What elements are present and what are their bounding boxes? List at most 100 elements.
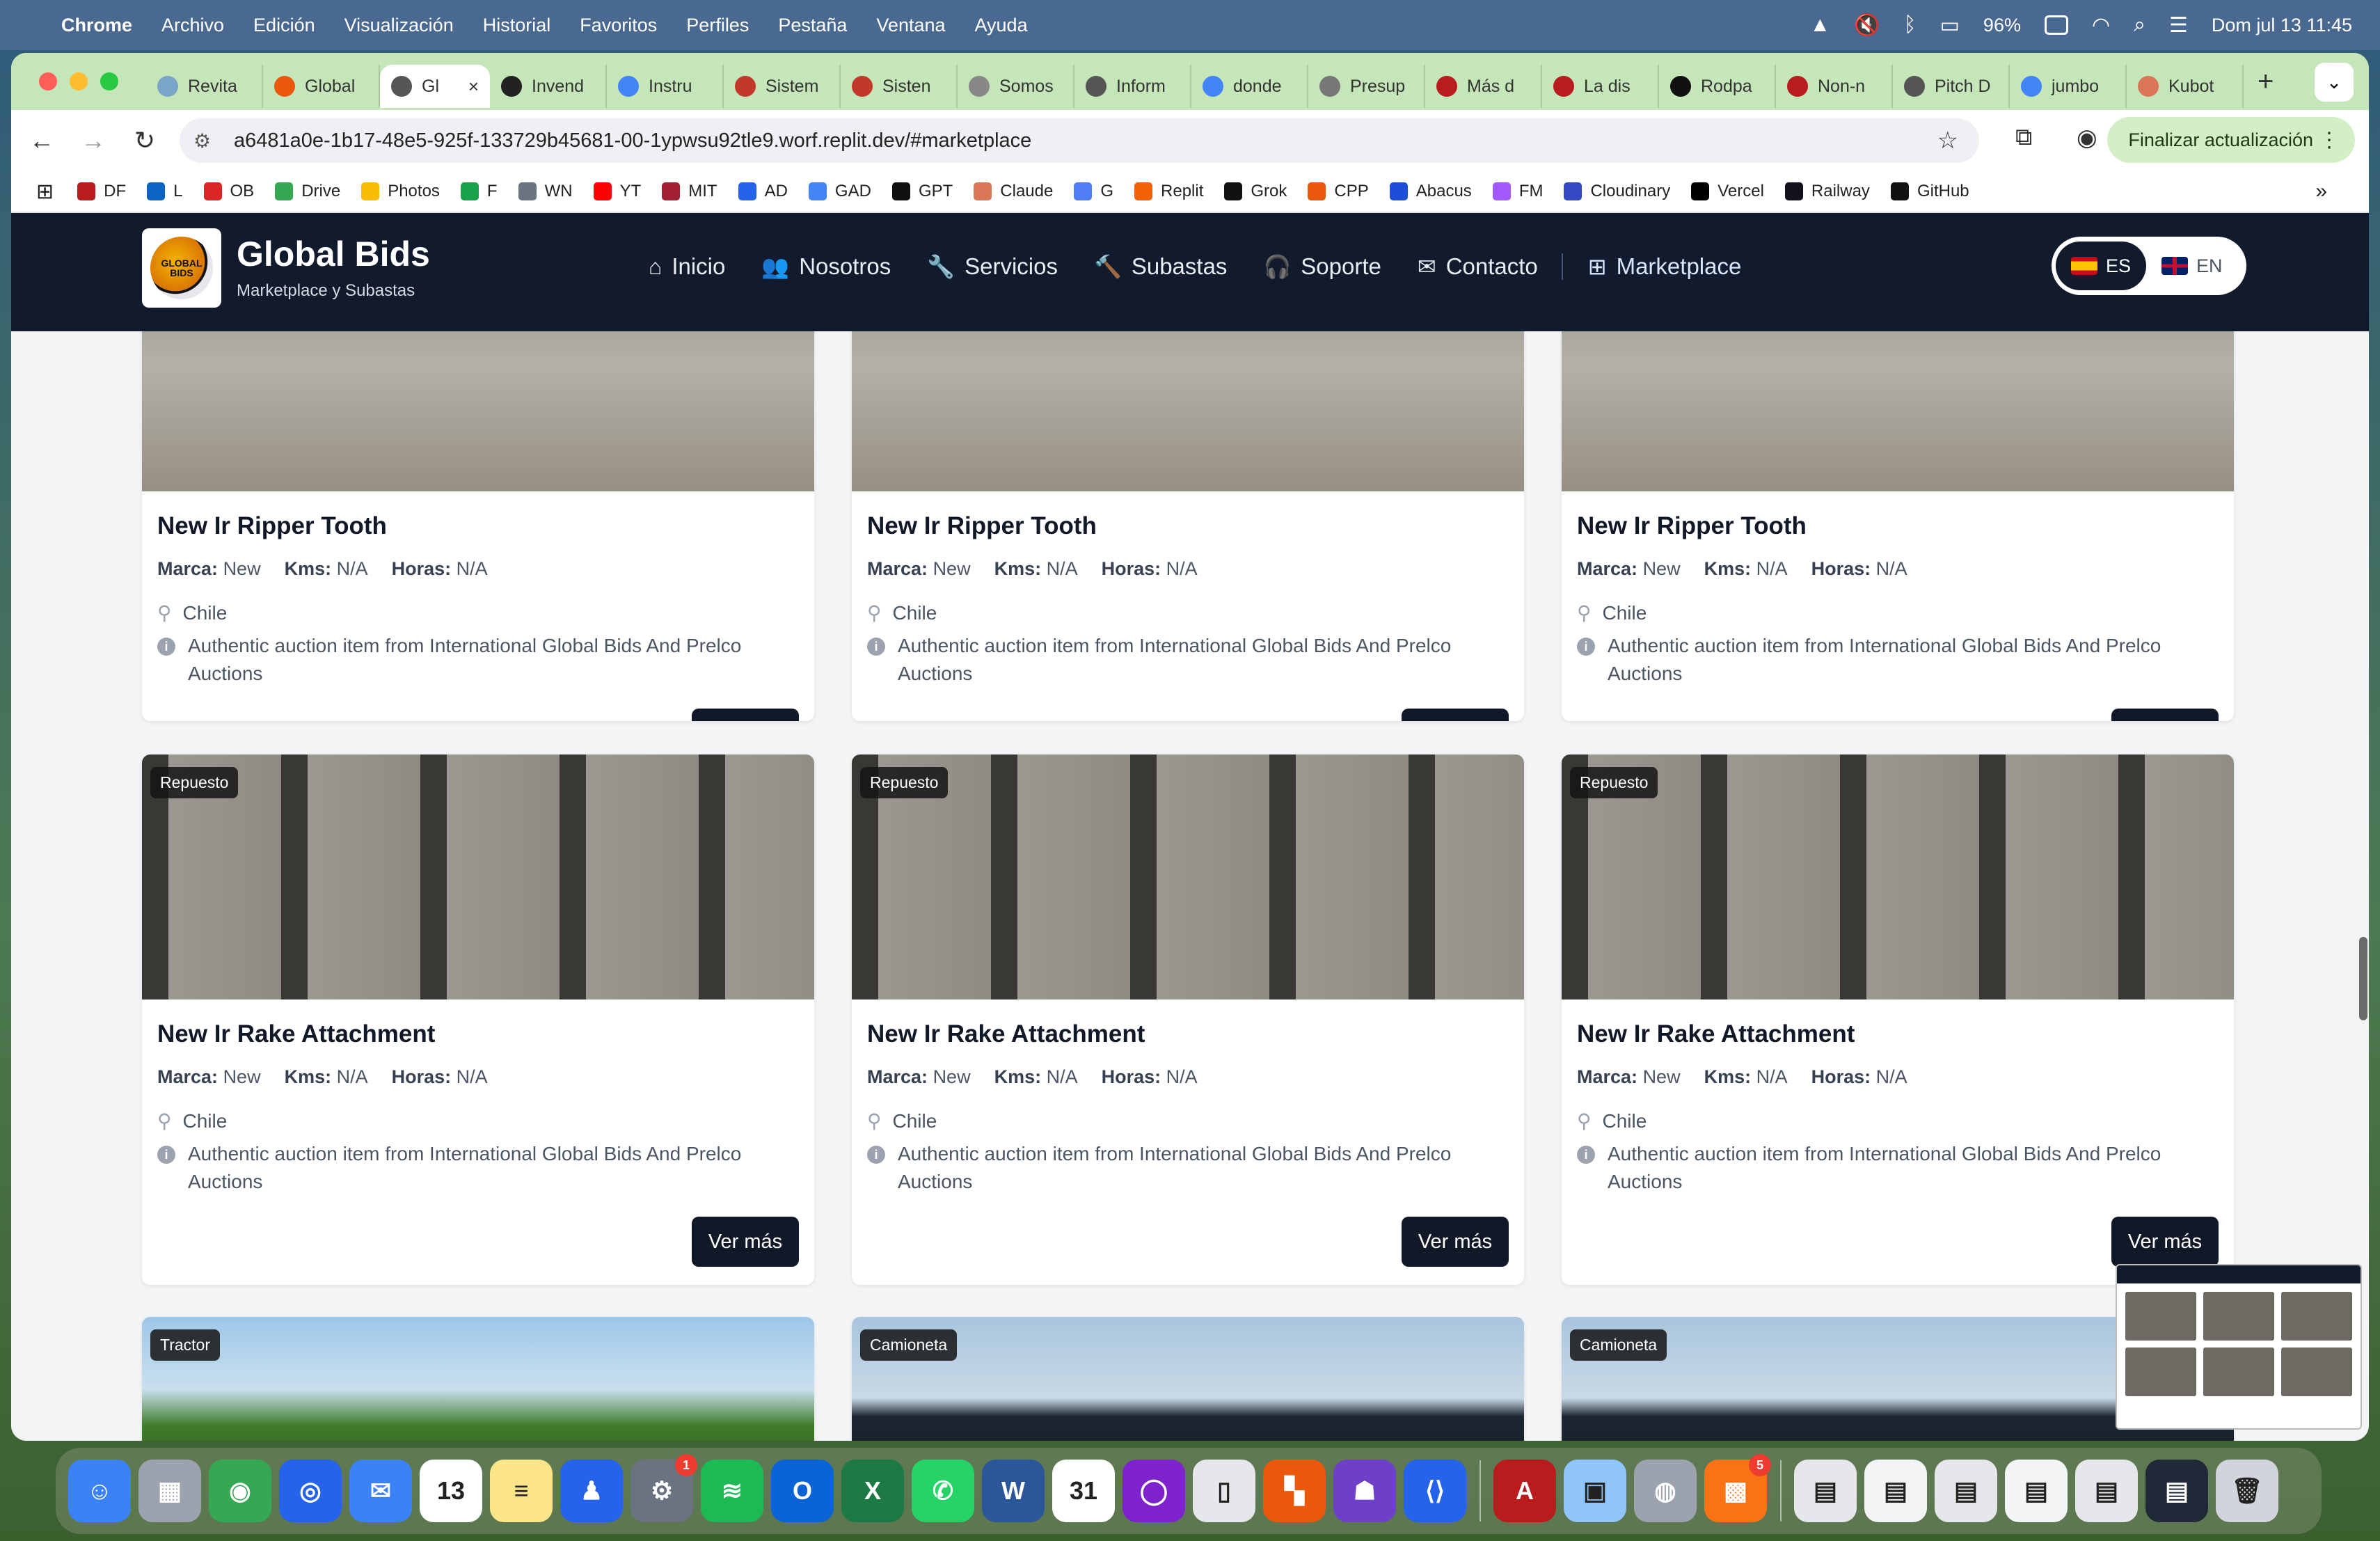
doc-thumb-6-icon[interactable]: ▤ — [2145, 1460, 2208, 1522]
more-options-icon[interactable]: ⋮ — [2319, 128, 2340, 152]
site-info-icon[interactable]: ⚙ — [193, 129, 224, 152]
browser-tab[interactable]: Invend — [490, 65, 607, 108]
doc-thumb-2-icon[interactable]: ▤ — [1864, 1460, 1927, 1522]
display-icon[interactable]: ▭ — [1940, 13, 1960, 38]
page-scrollbar[interactable] — [2359, 937, 2367, 1020]
circle-app-icon[interactable]: ◯ — [1122, 1460, 1185, 1522]
bookmark-item[interactable]: WN — [518, 182, 573, 201]
ver-mas-button[interactable]: Ver más — [2111, 1217, 2219, 1267]
bookmark-item[interactable]: GAD — [808, 182, 871, 201]
bookmarks-overflow-icon[interactable]: » — [2315, 180, 2327, 203]
browser-tab[interactable]: Instru — [607, 65, 724, 108]
bookmark-item[interactable]: Vercel — [1691, 182, 1764, 201]
extensions-icon[interactable]: ⧉ — [2015, 124, 2032, 151]
finish-update-button[interactable]: Finalizar actualización ⋮ — [2107, 117, 2355, 163]
system-settings-icon[interactable]: ⚙ 1 — [630, 1454, 697, 1522]
bookmark-item[interactable]: GitHub — [1890, 182, 1969, 201]
browser-tab[interactable]: Gl × — [380, 65, 490, 108]
bookmark-item[interactable]: L — [147, 182, 183, 201]
trash-icon[interactable]: 🗑 — [2216, 1460, 2278, 1522]
finder-icon[interactable]: ☺ — [68, 1460, 131, 1522]
spotify-icon[interactable]: ≋ — [701, 1460, 763, 1522]
menu-perfiles[interactable]: Perfiles — [686, 15, 749, 36]
forward-icon[interactable]: → — [72, 126, 114, 155]
menu-ventana[interactable]: Ventana — [876, 15, 945, 36]
acrobat-icon[interactable]: A — [1493, 1460, 1556, 1522]
product-title[interactable]: New Ir Ripper Tooth — [157, 512, 387, 540]
chrome-icon[interactable]: ◉ — [209, 1460, 271, 1522]
outlook-icon[interactable]: O — [771, 1460, 834, 1522]
browser-tab[interactable]: Pitch D — [1893, 65, 2010, 108]
nav-marketplace[interactable]: ⊞ Marketplace — [1588, 253, 1742, 280]
notes-icon[interactable]: ≡ — [490, 1460, 553, 1522]
product-title[interactable]: New Ir Rake Attachment — [1577, 1020, 1855, 1048]
product-image[interactable] — [142, 1317, 814, 1441]
bookmark-item[interactable]: Grok — [1224, 182, 1287, 201]
fantastical-icon[interactable]: 31 — [1052, 1460, 1115, 1522]
nav-soporte[interactable]: 🎧 Soporte — [1263, 253, 1381, 280]
menu-app-name[interactable]: Chrome — [61, 15, 132, 36]
bookmark-item[interactable]: F — [460, 182, 498, 201]
ver-mas-button[interactable]: Ver más — [1402, 1217, 1509, 1267]
bookmark-item[interactable]: Abacus — [1389, 182, 1472, 201]
site-logo[interactable]: GLOBAL BIDS — [142, 228, 221, 308]
browser-tab[interactable]: La dis — [1542, 65, 1659, 108]
office-icon[interactable]: ▩ 5 — [1704, 1454, 1771, 1522]
bookmark-item[interactable]: Claude — [974, 182, 1053, 201]
bookmark-item[interactable]: AD — [738, 182, 788, 201]
mail-icon[interactable]: ✉ — [349, 1460, 412, 1522]
doc-thumb-1-icon[interactable]: ▤ — [1794, 1460, 1857, 1522]
menu-edicion[interactable]: Edición — [253, 15, 315, 36]
ver-mas-button[interactable]: Ver más — [692, 1217, 799, 1267]
minimize-window-icon[interactable] — [70, 72, 88, 90]
menu-archivo[interactable]: Archivo — [161, 15, 224, 36]
nav-nosotros[interactable]: 👥 Nosotros — [761, 253, 891, 280]
bookmark-item[interactable]: GPT — [891, 182, 953, 201]
menubar-clock[interactable]: Dom jul 13 11:45 — [2212, 15, 2352, 36]
menu-ayuda[interactable]: Ayuda — [975, 15, 1028, 36]
screenshot-preview-thumbnail[interactable] — [2116, 1264, 2362, 1430]
calendar-icon[interactable]: 13 — [420, 1460, 482, 1522]
browser-tab[interactable]: Rodpa — [1659, 65, 1776, 108]
browser-tab[interactable]: Revita — [146, 65, 263, 108]
address-url[interactable]: a6481a0e-1b17-48e5-925f-133729b45681-00-… — [234, 129, 1031, 152]
product-title[interactable]: New Ir Rake Attachment — [157, 1020, 435, 1048]
lang-es-button[interactable]: ES — [2056, 242, 2147, 290]
whatsapp-icon[interactable]: ✆ — [912, 1460, 974, 1522]
profile-avatar-icon[interactable]: ◉ — [2077, 124, 2097, 152]
tab-search-icon[interactable]: ⌄ — [2315, 63, 2354, 102]
bookmark-item[interactable]: DF — [77, 182, 126, 201]
bookmark-item[interactable]: Replit — [1134, 182, 1203, 201]
browser-tab[interactable]: donde — [1191, 65, 1308, 108]
bookmark-item[interactable]: G — [1074, 182, 1113, 201]
close-window-icon[interactable] — [39, 72, 57, 90]
menu-visualizacion[interactable]: Visualización — [344, 15, 454, 36]
github-desktop-icon[interactable]: ☗ — [1333, 1460, 1396, 1522]
bluetooth-icon[interactable]: ᛒ — [1904, 13, 1917, 37]
browser-tab[interactable]: Inform — [1074, 65, 1191, 108]
product-title[interactable]: New Ir Ripper Tooth — [867, 512, 1097, 540]
preview-icon[interactable]: ▣ — [1564, 1460, 1626, 1522]
spotlight-search-icon[interactable]: ⌕ — [2134, 13, 2145, 37]
bookmark-item[interactable]: Cloudinary — [1564, 182, 1670, 201]
safari-icon[interactable]: ◎ — [279, 1460, 342, 1522]
ver-mas-button[interactable]: Ver más — [692, 709, 799, 721]
address-bar[interactable]: ⚙ a6481a0e-1b17-48e5-925f-133729b45681-0… — [180, 118, 1979, 163]
doc-thumb-4-icon[interactable]: ▤ — [2005, 1460, 2068, 1522]
ver-mas-button[interactable]: Ver más — [2111, 709, 2219, 721]
bookmark-item[interactable]: MIT — [662, 182, 717, 201]
nav-servicios[interactable]: 🔧 Servicios — [927, 253, 1058, 280]
new-tab-icon[interactable]: + — [2258, 66, 2274, 97]
browser-tab[interactable]: Sisten — [841, 65, 958, 108]
product-title[interactable]: New Ir Ripper Tooth — [1577, 512, 1807, 540]
browser-tab[interactable]: Global — [263, 65, 380, 108]
control-center-icon[interactable]: ☰ — [2169, 13, 2188, 38]
excel-icon[interactable]: X — [841, 1460, 904, 1522]
browser-tab[interactable]: Más d — [1425, 65, 1542, 108]
iphone-mirroring-icon[interactable]: ▯ — [1193, 1460, 1255, 1522]
doc-thumb-5-icon[interactable]: ▤ — [2075, 1460, 2138, 1522]
product-image[interactable] — [852, 754, 1524, 999]
menu-favoritos[interactable]: Favoritos — [580, 15, 657, 36]
product-title[interactable]: New Ir Rake Attachment — [867, 1020, 1145, 1048]
browser-tab[interactable]: Sistem — [724, 65, 841, 108]
